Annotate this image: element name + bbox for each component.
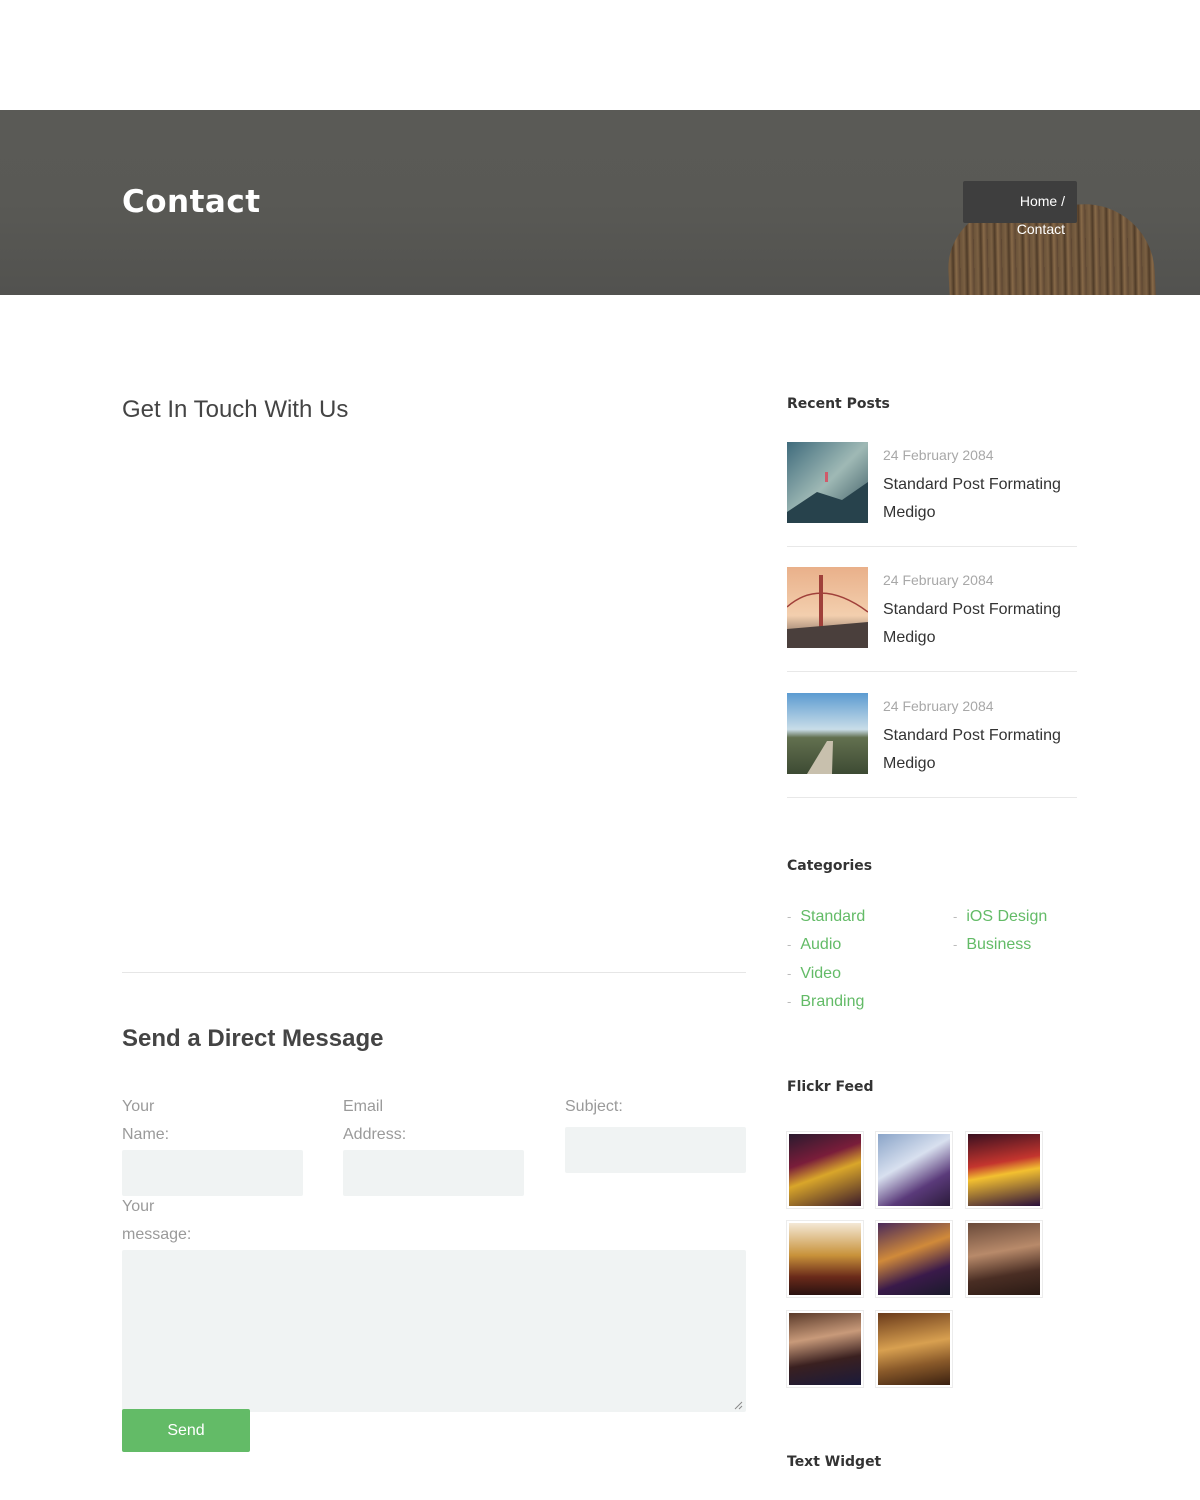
categories-title: Categories [787,858,873,874]
mountain-photo-icon[interactable] [787,442,868,523]
dash-bullet: - [787,937,792,952]
recent-posts-title: Recent Posts [787,396,890,412]
recent-post-item[interactable]: 24 February 2084 Standard Post Formating… [787,442,1077,547]
category-link-branding[interactable]: - Branding [787,993,864,1011]
category-link-business[interactable]: - Business [953,936,1031,954]
post-title-link[interactable]: Standard Post Formating Medigo [883,471,1083,527]
post-date: 24 February 2084 [883,447,994,463]
event-photo-icon[interactable] [966,1221,1042,1297]
dash-bullet: - [953,909,958,924]
category-label: iOS Design [966,908,1048,925]
category-label: Business [966,936,1032,953]
message-label-line1: Your [122,1198,155,1215]
category-link-standard[interactable]: - Standard [787,908,865,926]
category-label: Standard [800,908,866,925]
email-label: Email Address: [343,1093,406,1149]
event-photo-icon[interactable] [787,1221,863,1297]
bridge-photo-icon[interactable] [787,567,868,648]
post-date: 24 February 2084 [883,698,994,714]
email-field[interactable] [343,1150,524,1196]
post-date: 24 February 2084 [883,572,994,588]
recent-post-item[interactable]: 24 February 2084 Standard Post Formating… [787,693,1077,798]
event-photo-icon[interactable] [876,1221,952,1297]
subject-field[interactable] [565,1127,746,1173]
name-field[interactable] [122,1150,303,1196]
resize-grip-icon[interactable] [733,1400,743,1410]
breadcrumb-home-link[interactable]: Home / [1020,193,1065,209]
name-label-line2: Name: [122,1126,170,1143]
event-photo-icon[interactable] [966,1132,1042,1208]
event-photo-icon[interactable] [787,1132,863,1208]
subject-label: Subject: [565,1098,623,1115]
email-label-line2: Address: [343,1126,407,1143]
contact-heading: Get In Touch With Us [122,396,349,423]
category-link-ios-design[interactable]: - iOS Design [953,908,1047,926]
event-photo-icon[interactable] [787,1311,863,1387]
flickr-feed-title: Flickr Feed [787,1079,874,1095]
category-label: Branding [800,993,865,1010]
category-label: Audio [800,936,842,953]
category-link-audio[interactable]: - Audio [787,936,841,954]
message-label: Your message: [122,1193,191,1249]
dash-bullet: - [787,909,792,924]
send-button[interactable]: Send [122,1409,250,1452]
message-label-line2: message: [122,1226,192,1243]
page-header-banner: Contact Home / Contact [0,110,1200,295]
breadcrumb-current: Contact [1016,221,1065,237]
post-title-link[interactable]: Standard Post Formating Medigo [883,596,1083,652]
dash-bullet: - [787,994,792,1009]
category-link-video[interactable]: - Video [787,965,841,983]
dash-bullet: - [787,966,792,981]
name-label: Your Name: [122,1093,169,1149]
post-title-link[interactable]: Standard Post Formating Medigo [883,722,1083,778]
form-heading: Send a Direct Message [122,1025,384,1052]
event-photo-icon[interactable] [876,1132,952,1208]
recent-post-item[interactable]: 24 February 2084 Standard Post Formating… [787,567,1077,672]
road-photo-icon[interactable] [787,693,868,774]
section-divider [122,972,746,973]
page-title: Contact [122,184,261,220]
name-label-line1: Your [122,1098,155,1115]
category-label: Video [800,965,841,982]
message-textarea[interactable] [122,1250,746,1412]
event-photo-icon[interactable] [876,1311,952,1387]
email-label-line1: Email [343,1098,384,1115]
dash-bullet: - [953,937,958,952]
text-widget-title: Text Widget [787,1454,882,1470]
